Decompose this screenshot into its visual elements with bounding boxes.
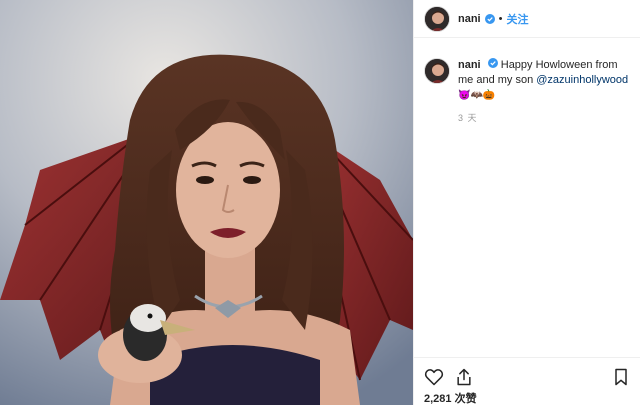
post-photo[interactable] bbox=[0, 0, 413, 405]
likes-count[interactable]: 2,281 次赞 bbox=[424, 390, 477, 405]
caption-mention-link[interactable]: @zazuinhollywood bbox=[536, 74, 628, 86]
post-timestamp[interactable]: 3 天 bbox=[458, 111, 630, 126]
avatar-image-icon bbox=[425, 6, 449, 31]
post-actions: 2,281 次赞 bbox=[414, 357, 640, 405]
photo-illustration bbox=[0, 0, 413, 405]
verified-badge-icon bbox=[487, 58, 498, 68]
caption-avatar[interactable] bbox=[424, 58, 450, 84]
bookmark-icon[interactable] bbox=[611, 367, 631, 387]
post-side-panel: nani • 关注 nani Happy Howloween from me a… bbox=[413, 0, 640, 405]
post-caption: nani Happy Howloween from me and my son … bbox=[424, 58, 634, 126]
post-header: nani • 关注 bbox=[414, 0, 640, 38]
heart-icon[interactable] bbox=[424, 367, 444, 387]
avatar[interactable] bbox=[424, 5, 450, 32]
caption-body: nani Happy Howloween from me and my son … bbox=[458, 58, 630, 126]
instagram-post: nani • 关注 nani Happy Howloween from me a… bbox=[0, 0, 640, 405]
share-icon[interactable] bbox=[454, 367, 474, 387]
follow-button[interactable]: 关注 bbox=[506, 11, 528, 27]
header-username[interactable]: nani bbox=[458, 13, 481, 25]
caption-emojis: 😈🦇🎃 bbox=[458, 90, 496, 101]
caption-username[interactable]: nani bbox=[458, 59, 481, 71]
avatar-image-icon bbox=[425, 59, 449, 83]
verified-badge-icon bbox=[484, 13, 495, 24]
separator-dot: • bbox=[498, 12, 503, 25]
